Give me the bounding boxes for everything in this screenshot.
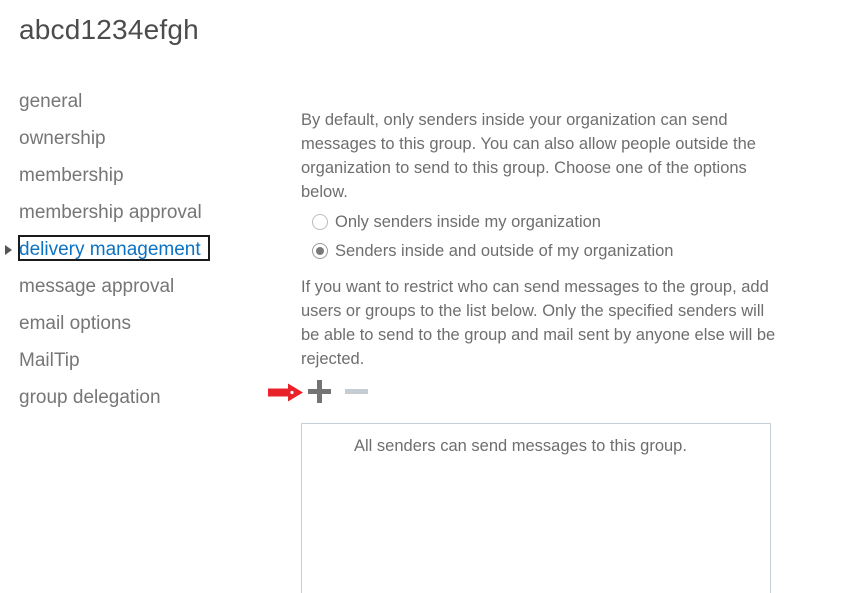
radio-label: Senders inside and outside of my organiz… <box>335 241 674 260</box>
sidebar-item-membership-approval[interactable]: membership approval <box>0 194 280 231</box>
listbox-empty-message: All senders can send messages to this gr… <box>354 437 687 455</box>
sidebar-item-delivery-management[interactable]: delivery management <box>0 231 280 268</box>
sender-scope-radio-group: Only senders inside my organization Send… <box>301 207 791 265</box>
sidebar-item-label: delivery management <box>19 239 201 260</box>
sidebar-item-general[interactable]: general <box>0 83 280 120</box>
sidebar-item-label: membership <box>19 165 124 186</box>
sidebar-item-label: MailTip <box>19 350 80 371</box>
radio-inside-and-outside-organization[interactable]: Senders inside and outside of my organiz… <box>301 236 791 265</box>
intro-paragraph: By default, only senders inside your org… <box>301 111 756 201</box>
allowed-senders-listbox[interactable]: All senders can send messages to this gr… <box>301 423 771 593</box>
sidebar-item-label: email options <box>19 313 131 334</box>
sidebar-item-label: message approval <box>19 276 175 297</box>
page-title: abcd1234efgh <box>19 14 199 45</box>
sidebar-item-membership[interactable]: membership <box>0 157 280 194</box>
sidebar-item-ownership[interactable]: ownership <box>0 120 280 157</box>
red-arrow-icon <box>268 383 304 402</box>
sidebar-item-mailtip[interactable]: MailTip <box>0 342 280 379</box>
delivery-management-panel: By default, only senders inside your org… <box>301 108 791 371</box>
sidebar-item-message-approval[interactable]: message approval <box>0 268 280 305</box>
sidebar-item-label: general <box>19 91 83 112</box>
remove-sender-button <box>344 378 372 406</box>
sidebar-item-label: ownership <box>19 128 106 149</box>
radio-circle-icon <box>312 213 328 230</box>
sidebar-item-label: group delegation <box>19 387 161 408</box>
add-sender-button[interactable] <box>306 378 334 406</box>
sidebar-item-label: membership approval <box>19 202 202 223</box>
sidebar-nav: general ownership membership membership … <box>0 83 280 416</box>
radio-only-inside-organization[interactable]: Only senders inside my organization <box>301 207 791 236</box>
radio-label: Only senders inside my organization <box>335 212 601 231</box>
sidebar-item-email-options[interactable]: email options <box>0 305 280 342</box>
radio-circle-selected-icon <box>312 242 328 259</box>
restrict-paragraph: If you want to restrict who can send mes… <box>301 278 776 368</box>
sidebar-item-group-delegation[interactable]: group delegation <box>0 379 280 416</box>
selection-triangle-icon <box>5 244 12 255</box>
